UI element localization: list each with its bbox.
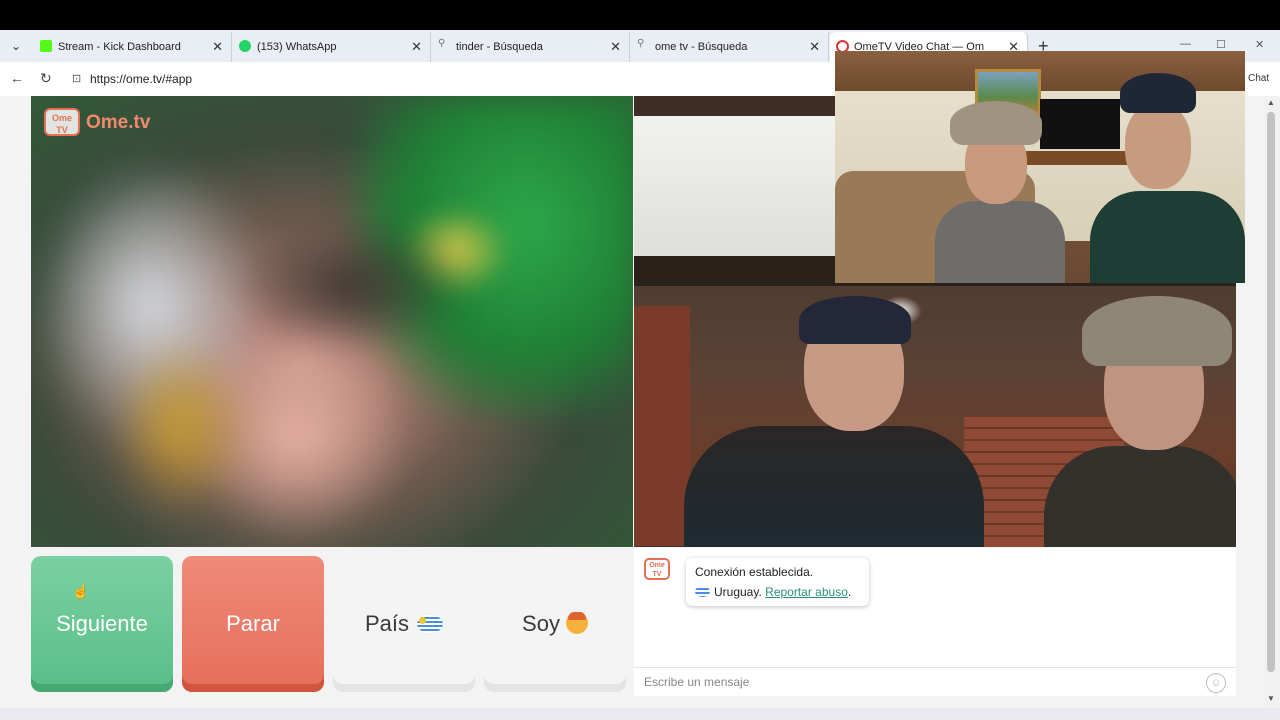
search-icon: ⚲ — [637, 38, 645, 49]
next-button-label: Siguiente — [56, 611, 148, 636]
system-message: Conexión establecida. Uruguay. Reportar … — [686, 558, 869, 606]
tab-label: tinder - Búsqueda — [456, 41, 543, 53]
report-suffix: . — [847, 585, 852, 599]
close-tab-icon[interactable]: ✕ — [411, 39, 422, 55]
tab-tinder-search[interactable]: ⚲ tinder - Búsqueda ✕ — [432, 32, 630, 62]
ometv-chat-logo-icon: Ome TV — [644, 558, 670, 580]
country-name: Uruguay. — [714, 585, 762, 599]
scroll-up-icon[interactable]: ▲ — [1267, 98, 1275, 107]
remote-video — [31, 96, 633, 547]
tab-ometv-search[interactable]: ⚲ ome tv - Búsqueda ✕ — [631, 32, 829, 62]
minimize-icon[interactable]: — — [1180, 38, 1191, 50]
url-text: https://ome.tv/#app — [90, 72, 193, 86]
kick-icon — [40, 40, 52, 52]
uruguay-flag-icon — [695, 586, 710, 597]
tab-label: (153) WhatsApp — [257, 41, 337, 53]
tv-logo-icon: Ome TV — [44, 108, 80, 136]
connection-status: Conexión establecida. — [695, 565, 814, 579]
tab-label: Stream - Kick Dashboard — [58, 41, 181, 53]
scrollbar-thumb[interactable] — [1267, 112, 1275, 672]
webcam-overlay — [835, 51, 1245, 283]
country-line: Uruguay. Reportar abuso. — [695, 585, 851, 599]
message-input[interactable]: Escribe un mensaje ☺ — [634, 667, 1236, 696]
uruguay-flag-icon — [417, 615, 444, 633]
gender-button[interactable]: Soy — [484, 556, 626, 692]
close-tab-icon[interactable]: ✕ — [212, 39, 223, 55]
tab-whatsapp[interactable]: (153) WhatsApp ✕ — [233, 32, 431, 62]
whatsapp-icon — [239, 40, 251, 52]
scroll-down-icon[interactable]: ▼ — [1267, 694, 1275, 703]
reload-icon[interactable]: ↻ — [40, 70, 52, 87]
next-button[interactable]: Siguiente — [31, 556, 173, 692]
report-abuse-link[interactable]: Reportar abuso — [765, 585, 848, 599]
boy-icon — [565, 612, 588, 634]
close-window-icon[interactable]: ✕ — [1255, 38, 1264, 51]
message-placeholder: Escribe un mensaje — [644, 675, 750, 689]
back-icon[interactable]: ← — [10, 70, 24, 86]
stop-button-label: Parar — [226, 611, 280, 636]
mouse-cursor-icon: ☝ — [72, 583, 90, 599]
url-field[interactable]: ⊡ https://ome.tv/#app — [66, 67, 846, 91]
screen-top-bar — [0, 0, 1280, 30]
gender-button-label: Soy — [522, 611, 560, 636]
tab-label: ome tv - Búsqueda — [655, 41, 748, 53]
side-panel-label: Chat — [1248, 73, 1270, 84]
taskbar — [0, 708, 1280, 720]
country-button-label: País — [364, 611, 410, 636]
search-icon: ⚲ — [438, 38, 446, 49]
site-info-icon[interactable]: ⊡ — [72, 67, 81, 91]
close-tab-icon[interactable]: ✕ — [610, 39, 621, 55]
tab-search-menu-icon[interactable]: ⌄ — [6, 36, 26, 56]
close-tab-icon[interactable]: ✕ — [809, 39, 820, 55]
emoji-icon[interactable]: ☺ — [1206, 673, 1226, 693]
tab-kick-dashboard[interactable]: Stream - Kick Dashboard ✕ — [34, 32, 232, 62]
logo-text: Ome.tv — [86, 112, 151, 133]
stop-button[interactable]: Parar — [182, 556, 324, 692]
chat-panel: Ome TV Conexión establecida. Uruguay. Re… — [634, 548, 1236, 696]
country-button[interactable]: País — [333, 556, 475, 692]
maximize-icon[interactable]: ☐ — [1216, 38, 1226, 51]
